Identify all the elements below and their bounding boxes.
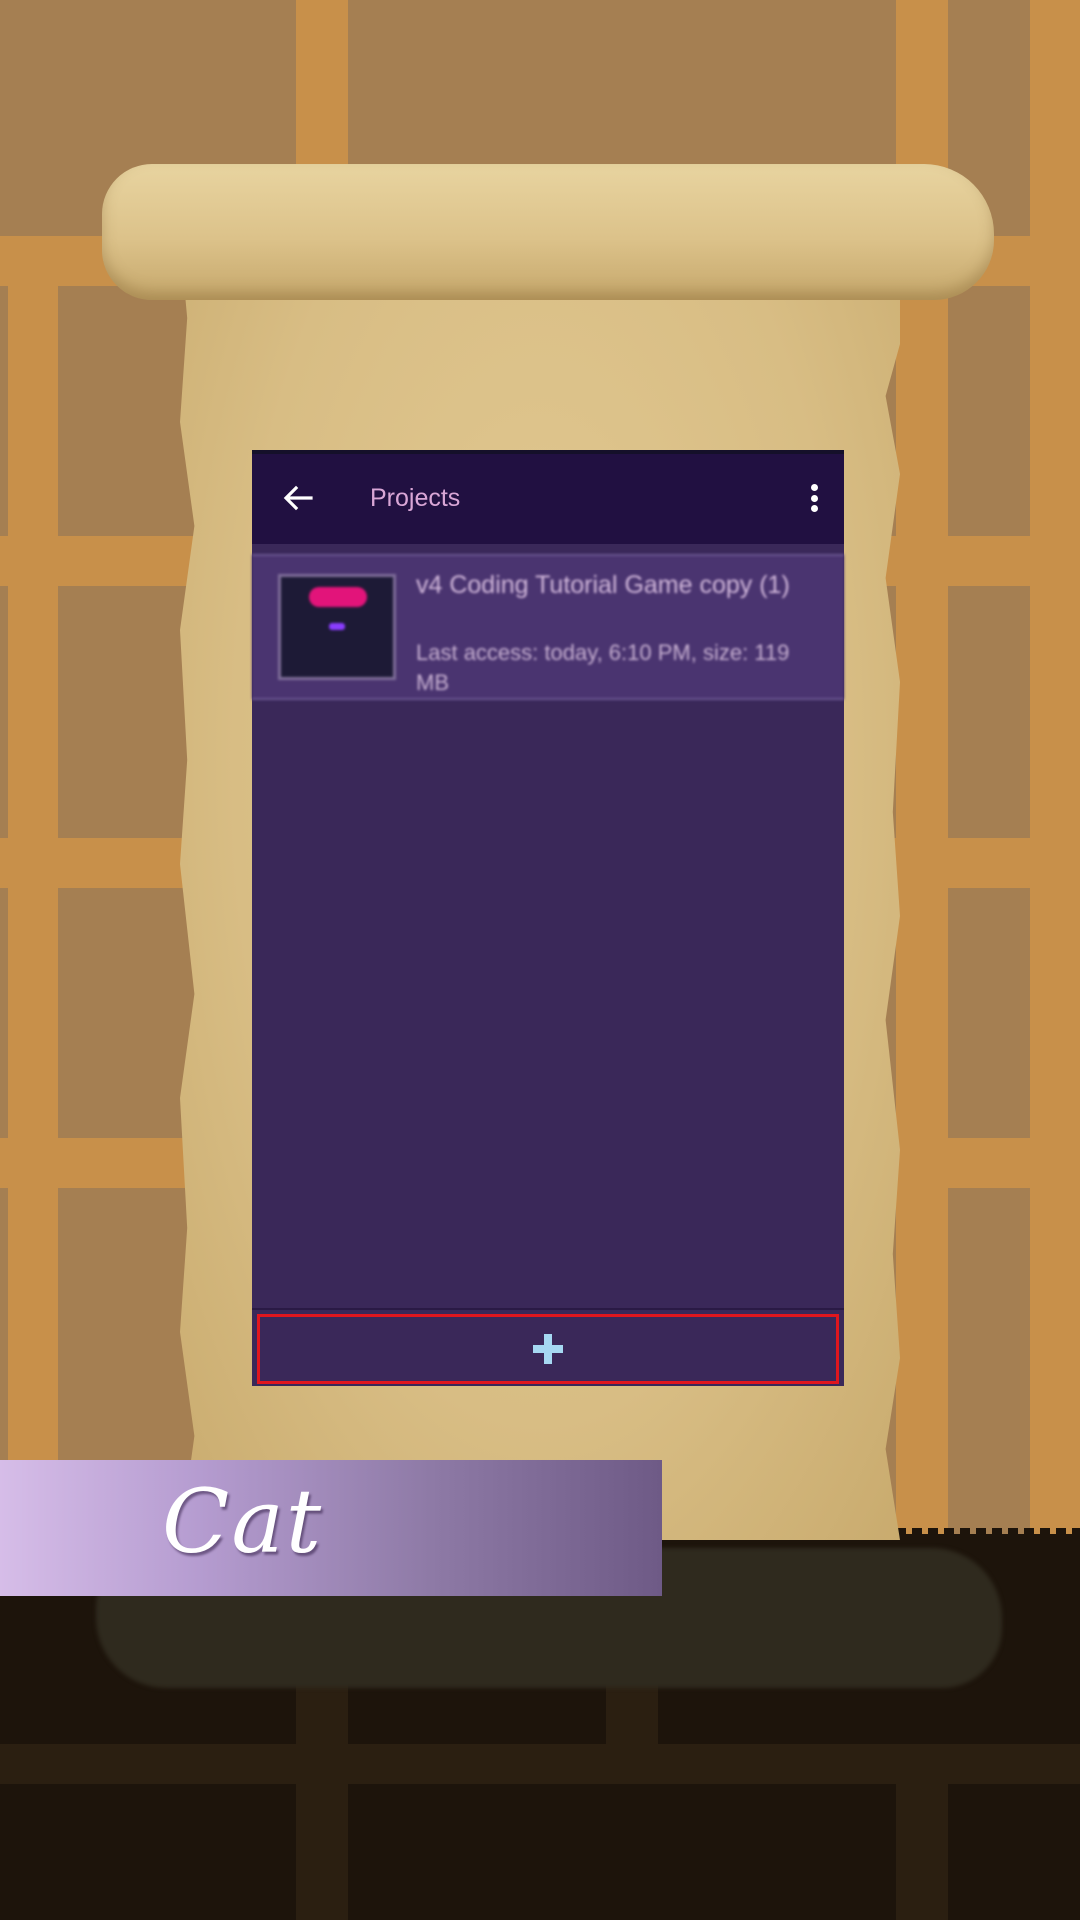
project-details: Last access: today, 6:10 PM, size: 119 M…	[416, 640, 790, 695]
thumbnail-pill	[309, 587, 367, 607]
floor-beam	[0, 1744, 1080, 1784]
speaker-name-banner: Cat	[0, 1460, 662, 1596]
project-name: v4 Coding Tutorial Game copy (1)	[416, 571, 790, 599]
wall-beam	[898, 286, 948, 1540]
add-project-button[interactable]	[257, 1314, 839, 1384]
arrow-left-icon[interactable]	[280, 480, 316, 516]
phone-screenshot: Projects v4 Coding Tutorial Game copy (1…	[252, 450, 844, 1386]
thumbnail-marker	[329, 623, 345, 630]
project-thumbnail	[278, 574, 396, 680]
plus-icon	[533, 1334, 563, 1364]
speaker-name: Cat	[162, 1470, 324, 1573]
project-list-item[interactable]: v4 Coding Tutorial Game copy (1) Last ac…	[252, 554, 844, 700]
more-vert-icon[interactable]	[806, 478, 822, 518]
bottom-toolbar	[252, 1308, 844, 1386]
page-title: Projects	[370, 484, 461, 512]
app-bar: Projects	[252, 454, 844, 544]
floor-beam	[896, 1784, 948, 1920]
wall-beam	[1030, 0, 1080, 1540]
wall-beam	[8, 286, 58, 1540]
scroll-top-roll	[102, 164, 994, 300]
